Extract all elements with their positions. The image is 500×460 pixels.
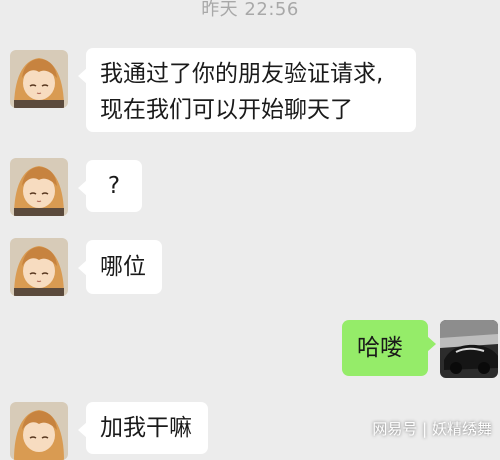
message-row: 哈喽 [0,318,500,382]
message-text: 哪位 [100,254,146,280]
contact-avatar[interactable] [10,238,68,296]
anime-girl-avatar-icon [10,50,68,108]
message-text: 现在我们可以开始聊天了 [100,97,353,123]
message-row: 我通过了你的朋友验证请求, 现在我们可以开始聊天了 [0,44,500,144]
message-text: ? [107,173,121,199]
anime-girl-avatar-icon [10,402,68,460]
contact-avatar[interactable] [10,402,68,460]
message-text: 我通过了你的朋友验证请求, [100,61,384,87]
anime-girl-avatar-icon [10,238,68,296]
contact-avatar[interactable] [10,158,68,216]
anime-girl-avatar-icon [10,158,68,216]
contact-avatar[interactable] [10,50,68,108]
incoming-message-bubble[interactable]: 哪位 [78,240,162,294]
own-avatar[interactable] [440,320,498,378]
car-photo-avatar-icon [440,320,498,378]
source-watermark: 网易号 | 妖精绣舞 [372,420,492,438]
message-text: 加我干嘛 [100,415,192,441]
incoming-message-bubble[interactable]: ? [78,160,142,212]
outgoing-message-bubble[interactable]: 哈喽 [342,320,436,376]
message-row: ? [0,156,500,220]
message-text: 哈喽 [357,335,403,361]
incoming-message-bubble[interactable]: 加我干嘛 [78,402,208,454]
chat-timestamp: 昨天 22:56 [201,0,299,20]
incoming-message-bubble[interactable]: 我通过了你的朋友验证请求, 现在我们可以开始聊天了 [78,48,416,132]
message-row: 哪位 [0,236,500,300]
